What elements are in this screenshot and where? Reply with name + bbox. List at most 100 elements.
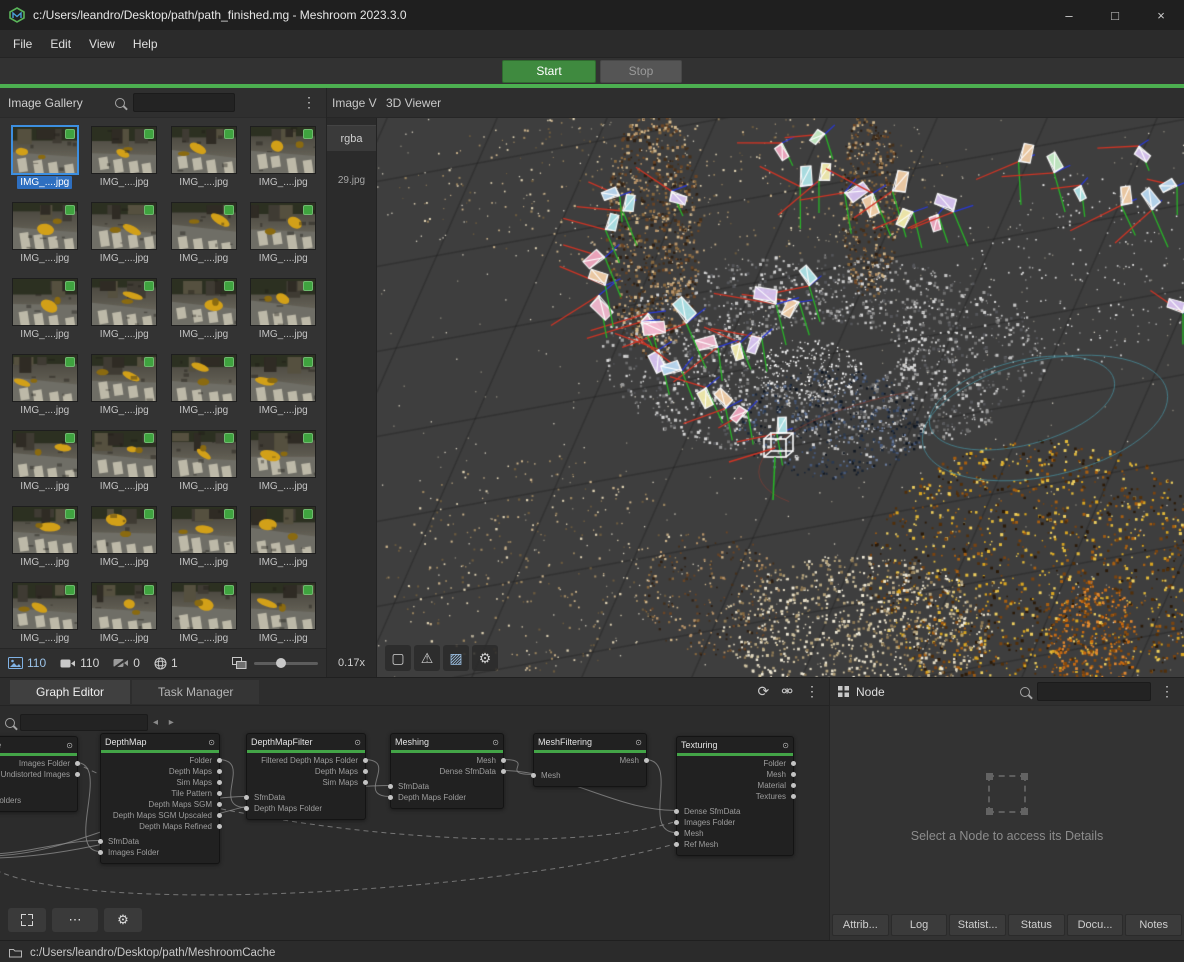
- gallery-thumbnail[interactable]: IMG_....jpg: [88, 278, 162, 354]
- port-dot[interactable]: [674, 809, 679, 814]
- output-port[interactable]: Mesh: [391, 755, 503, 766]
- port-dot[interactable]: [791, 772, 796, 777]
- port-dot[interactable]: [674, 842, 679, 847]
- fit-graph-button[interactable]: [8, 908, 46, 932]
- graph-node-texturing[interactable]: Texturing⊙FolderMeshMaterialTexturesDens…: [676, 736, 794, 856]
- search-prev-next-buttons[interactable]: ◂ ▸: [153, 717, 178, 728]
- texture-mode-button[interactable]: ▨: [443, 645, 469, 671]
- gallery-thumbnail[interactable]: IMG_....jpg: [247, 430, 321, 506]
- graph-node-escene[interactable]: ...eScene⊙Images FolderUndistorted Image…: [0, 736, 78, 812]
- input-port[interactable]: Dense SfmData: [677, 806, 793, 817]
- port-dot[interactable]: [791, 794, 796, 799]
- node-visibility-icon[interactable]: ⊙: [492, 738, 499, 747]
- gallery-thumbnail[interactable]: IMG_....jpg: [8, 354, 82, 430]
- node-visibility-icon[interactable]: ⊙: [208, 738, 215, 747]
- output-port[interactable]: Folder: [677, 758, 793, 769]
- gallery-thumbnail[interactable]: IMG_....jpg: [167, 582, 241, 648]
- port-dot[interactable]: [244, 795, 249, 800]
- output-port[interactable]: Sim Maps: [247, 777, 365, 788]
- input-port[interactable]: Images Folders: [0, 795, 77, 806]
- graph-node-meshing[interactable]: Meshing⊙MeshDense SfmDataSfmDataDepth Ma…: [390, 733, 504, 809]
- gallery-thumbnail[interactable]: IMG_....jpg: [247, 582, 321, 648]
- gallery-thumbnail[interactable]: IMG_....jpg: [8, 582, 82, 648]
- port-dot[interactable]: [501, 758, 506, 763]
- node-tab-status[interactable]: Status: [1008, 914, 1065, 936]
- gallery-thumbnail[interactable]: IMG_....jpg: [167, 126, 241, 202]
- port-dot[interactable]: [75, 761, 80, 766]
- output-port[interactable]: Material: [677, 780, 793, 791]
- gallery-thumbnail[interactable]: IMG_....jpg: [167, 506, 241, 582]
- wireframe-toggle-button[interactable]: ▢: [385, 645, 411, 671]
- port-dot[interactable]: [217, 813, 222, 818]
- port-dot[interactable]: [791, 761, 796, 766]
- port-dot[interactable]: [217, 780, 222, 785]
- groups-filter-button[interactable]: 1: [154, 656, 178, 670]
- node-visibility-icon[interactable]: ⊙: [635, 738, 642, 747]
- graph-node-depthmap[interactable]: DepthMap⊙FolderDepth MapsSim MapsTile Pa…: [100, 733, 220, 864]
- more-options-button[interactable]: ⋯: [52, 908, 98, 932]
- output-port[interactable]: Filtered Depth Maps Folder: [247, 755, 365, 766]
- input-port[interactable]: Ref Mesh: [677, 839, 793, 850]
- graph-settings-button[interactable]: ⚙: [104, 908, 142, 932]
- gallery-thumbnail[interactable]: IMG_....jpg: [167, 430, 241, 506]
- gallery-menu-icon[interactable]: ⋮: [300, 94, 318, 111]
- port-dot[interactable]: [501, 769, 506, 774]
- rejected-filter-button[interactable]: 0: [113, 656, 140, 670]
- close-button[interactable]: ×: [1138, 0, 1184, 30]
- input-port[interactable]: Depth Maps Folder: [247, 803, 365, 814]
- maximize-button[interactable]: □: [1092, 0, 1138, 30]
- tab-graph-editor[interactable]: Graph Editor: [10, 680, 130, 704]
- gallery-thumbnail[interactable]: IMG_....jpg: [8, 202, 82, 278]
- input-port[interactable]: SfmData: [247, 792, 365, 803]
- output-port[interactable]: Mesh: [534, 755, 646, 766]
- output-port[interactable]: Depth Maps SGM: [101, 799, 219, 810]
- gallery-thumbnail[interactable]: IMG_....jpg: [88, 506, 162, 582]
- gallery-thumbnail[interactable]: IMG_....jpg: [8, 278, 82, 354]
- input-port[interactable]: Depth Maps Folder: [391, 792, 503, 803]
- warning-button[interactable]: ⚠: [414, 645, 440, 671]
- input-port[interactable]: Input: [0, 784, 77, 795]
- input-port[interactable]: Images Folder: [101, 847, 219, 858]
- tab-task-manager[interactable]: Task Manager: [132, 680, 259, 704]
- gallery-thumbnail[interactable]: IMG_....jpg: [88, 126, 162, 202]
- port-dot[interactable]: [217, 758, 222, 763]
- minimize-button[interactable]: –: [1046, 0, 1092, 30]
- gallery-thumbnail[interactable]: IMG_....jpg: [8, 126, 82, 202]
- gallery-thumbnail[interactable]: IMG_....jpg: [167, 278, 241, 354]
- slider-handle[interactable]: [276, 658, 286, 668]
- gallery-thumbnail[interactable]: IMG_....jpg: [8, 506, 82, 582]
- port-dot[interactable]: [98, 839, 103, 844]
- node-panel-menu-icon[interactable]: ⋮: [1158, 683, 1176, 700]
- port-dot[interactable]: [388, 784, 393, 789]
- gallery-thumbnail[interactable]: IMG_....jpg: [88, 202, 162, 278]
- output-port[interactable]: Depth Maps SGM Upscaled: [101, 810, 219, 821]
- 3d-viewport[interactable]: ▢ ⚠ ▨ ⚙: [377, 118, 1184, 677]
- output-port[interactable]: Dense SfmData: [391, 766, 503, 777]
- gallery-thumbnail[interactable]: IMG_....jpg: [247, 202, 321, 278]
- port-dot[interactable]: [791, 783, 796, 788]
- output-port[interactable]: Depth Maps: [247, 766, 365, 777]
- port-dot[interactable]: [217, 769, 222, 774]
- thumbnail-size-slider[interactable]: [254, 662, 318, 665]
- graph-node-meshfiltering[interactable]: MeshFiltering⊙MeshMesh: [533, 733, 647, 787]
- unlink-button[interactable]: ⚮: [781, 683, 793, 700]
- gallery-thumbnail[interactable]: IMG_....jpg: [247, 506, 321, 582]
- port-dot[interactable]: [217, 791, 222, 796]
- input-port[interactable]: SfmData: [391, 781, 503, 792]
- node-tab-notes[interactable]: Notes: [1125, 914, 1182, 936]
- start-button[interactable]: Start: [502, 60, 596, 83]
- port-dot[interactable]: [531, 773, 536, 778]
- viewer-settings-button[interactable]: ⚙: [472, 645, 498, 671]
- output-port[interactable]: Images Folder: [0, 758, 77, 769]
- port-dot[interactable]: [674, 831, 679, 836]
- output-port[interactable]: Depth Maps Refined: [101, 821, 219, 832]
- graph-search-input[interactable]: [20, 714, 148, 731]
- port-dot[interactable]: [244, 806, 249, 811]
- node-tab-attrib[interactable]: Attrib...: [832, 914, 889, 936]
- input-port[interactable]: SfmData: [101, 836, 219, 847]
- output-port[interactable]: Mesh: [677, 769, 793, 780]
- output-port[interactable]: Undistorted Images: [0, 769, 77, 780]
- node-tab-docu[interactable]: Docu...: [1067, 914, 1124, 936]
- input-port[interactable]: Images Folder: [677, 817, 793, 828]
- port-dot[interactable]: [217, 802, 222, 807]
